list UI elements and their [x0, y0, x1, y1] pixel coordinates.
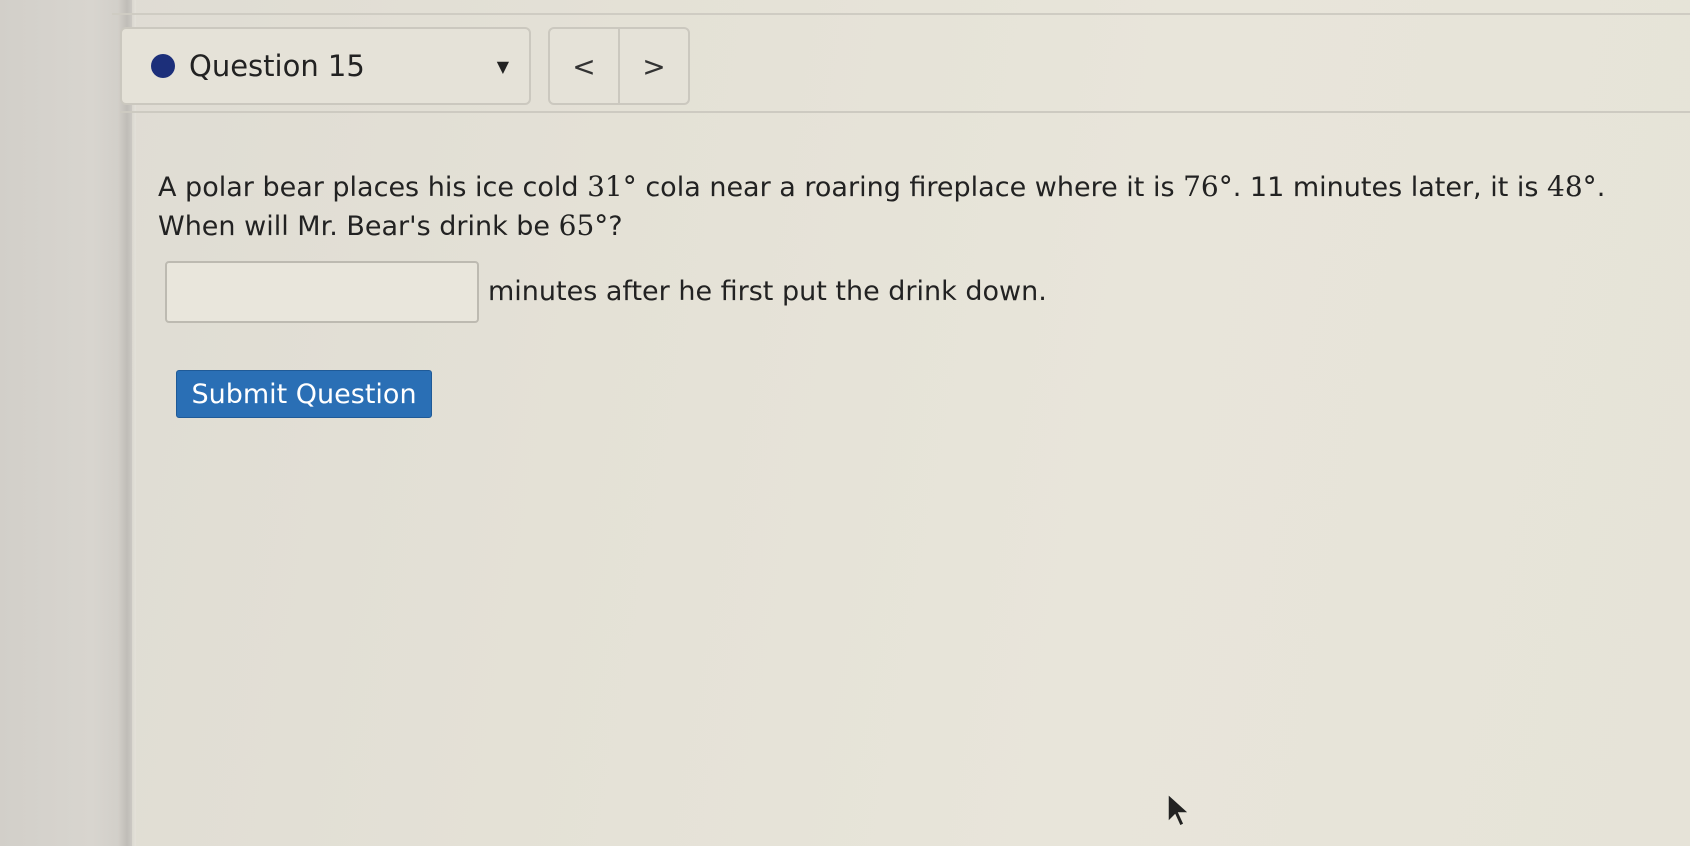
answer-input[interactable]: [165, 261, 479, 323]
question-line-2: When will Mr. Bear's drink be 65°?: [158, 207, 1658, 246]
left-margin: [0, 0, 132, 846]
next-question-button[interactable]: >: [620, 29, 688, 103]
math-value: 48°: [1547, 170, 1597, 203]
question-text-segment: . 11 minutes later, it is: [1232, 172, 1548, 203]
left-margin-edge: [118, 0, 136, 846]
question-text-segment: A polar bear places his ice cold: [158, 172, 588, 203]
question-text-segment: .: [1596, 172, 1606, 203]
question-text-segment: When will Mr. Bear's drink be: [158, 211, 559, 242]
answer-suffix-text: minutes after he first put the drink dow…: [488, 276, 1047, 307]
submit-question-button[interactable]: Submit Question: [176, 370, 432, 418]
question-text-segment: ?: [608, 211, 623, 242]
question-text-segment: cola near a roaring fireplace where it i…: [636, 172, 1184, 203]
question-selector[interactable]: Question 15 ▼: [120, 27, 531, 105]
question-text: A polar bear places his ice cold 31° col…: [158, 168, 1658, 246]
mouse-cursor-icon: [1167, 792, 1191, 828]
header-divider: [120, 111, 1690, 113]
question-line-1: A polar bear places his ice cold 31° col…: [158, 168, 1658, 207]
dropdown-caret-icon: ▼: [496, 56, 509, 76]
question-nav-group: < >: [548, 27, 690, 105]
chevron-left-icon: <: [572, 49, 596, 83]
top-divider: [112, 13, 1690, 15]
question-status-dot-icon: [151, 54, 175, 78]
math-value: 31°: [587, 170, 637, 203]
math-value: 65°: [558, 209, 609, 242]
question-label: Question 15: [189, 49, 365, 83]
math-value: 76°: [1183, 170, 1233, 203]
chevron-right-icon: >: [642, 49, 666, 83]
previous-question-button[interactable]: <: [550, 29, 620, 103]
